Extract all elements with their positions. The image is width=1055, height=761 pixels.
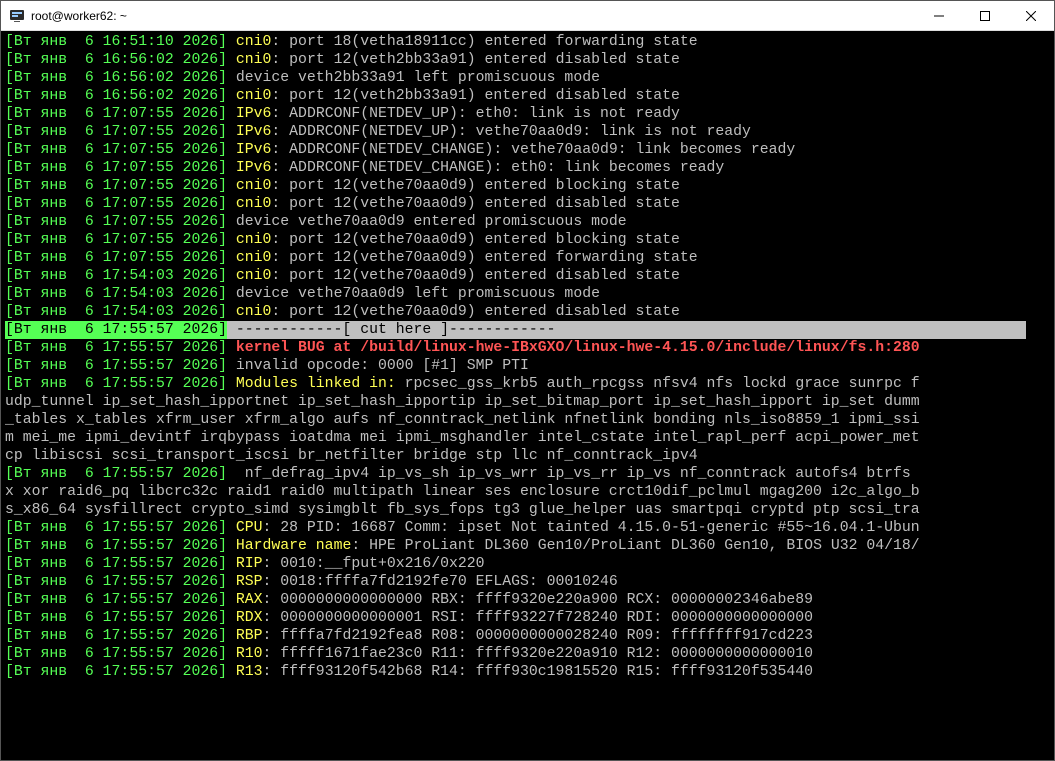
log-line: [Вт янв 6 17:55:57 2026] R10: fffff1671f…: [5, 645, 1050, 663]
maximize-button[interactable]: [962, 1, 1008, 30]
log-line: [Вт янв 6 17:07:55 2026] cni0: port 12(v…: [5, 231, 1050, 249]
log-line: [Вт янв 6 17:55:57 2026] RAX: 0000000000…: [5, 591, 1050, 609]
log-line: _tables x_tables xfrm_user xfrm_algo auf…: [5, 411, 1050, 429]
log-line: [Вт янв 6 17:07:55 2026] cni0: port 12(v…: [5, 177, 1050, 195]
log-line: [Вт янв 6 16:56:02 2026] device veth2bb3…: [5, 69, 1050, 87]
log-line: m mei_me ipmi_devintf irqbypass ioatdma …: [5, 429, 1050, 447]
log-line: [Вт янв 6 17:07:55 2026] IPv6: ADDRCONF(…: [5, 123, 1050, 141]
log-line: [Вт янв 6 16:51:10 2026] cni0: port 18(v…: [5, 33, 1050, 51]
log-line: [Вт янв 6 17:07:55 2026] cni0: port 12(v…: [5, 195, 1050, 213]
app-icon: [9, 8, 25, 24]
log-line: [Вт янв 6 17:55:57 2026] R13: ffff93120f…: [5, 663, 1050, 681]
log-line: [Вт янв 6 17:54:03 2026] cni0: port 12(v…: [5, 267, 1050, 285]
log-line: [Вт янв 6 17:55:57 2026] RIP: 0010:__fpu…: [5, 555, 1050, 573]
log-line: [Вт янв 6 17:07:55 2026] IPv6: ADDRCONF(…: [5, 141, 1050, 159]
log-line: [Вт янв 6 17:55:57 2026] CPU: 28 PID: 16…: [5, 519, 1050, 537]
log-line: [Вт янв 6 17:55:57 2026] Modules linked …: [5, 375, 1050, 393]
log-line: [Вт янв 6 17:07:55 2026] cni0: port 12(v…: [5, 249, 1050, 267]
log-line: [Вт янв 6 17:54:03 2026] cni0: port 12(v…: [5, 303, 1050, 321]
log-line: [Вт янв 6 17:55:57 2026] RDX: 0000000000…: [5, 609, 1050, 627]
window-controls: [916, 1, 1054, 30]
titlebar[interactable]: root@worker62: ~: [1, 1, 1054, 31]
log-line: [Вт янв 6 17:07:55 2026] IPv6: ADDRCONF(…: [5, 159, 1050, 177]
log-line: [Вт янв 6 17:55:57 2026] nf_defrag_ipv4 …: [5, 465, 1050, 483]
log-line: [Вт янв 6 17:55:57 2026] RSP: 0018:ffffa…: [5, 573, 1050, 591]
log-line: [Вт янв 6 17:55:57 2026] RBP: ffffa7fd21…: [5, 627, 1050, 645]
log-line: [Вт янв 6 17:55:57 2026] invalid opcode:…: [5, 357, 1050, 375]
log-line: s_x86_64 sysfillrect crypto_simd sysimgb…: [5, 501, 1050, 519]
log-line: udp_tunnel ip_set_hash_ipportnet ip_set_…: [5, 393, 1050, 411]
app-window: root@worker62: ~ [Вт янв 6 16:51:10 2026…: [0, 0, 1055, 761]
log-line: [Вт янв 6 17:55:57 2026] kernel BUG at /…: [5, 339, 1050, 357]
window-title: root@worker62: ~: [31, 9, 916, 23]
log-line: [Вт янв 6 16:56:02 2026] cni0: port 12(v…: [5, 87, 1050, 105]
log-line: x xor raid6_pq libcrc32c raid1 raid0 mul…: [5, 483, 1050, 501]
log-line: cp libiscsi scsi_transport_iscsi br_netf…: [5, 447, 1050, 465]
minimize-button[interactable]: [916, 1, 962, 30]
log-line: [Вт янв 6 16:56:02 2026] cni0: port 12(v…: [5, 51, 1050, 69]
log-line: [Вт янв 6 17:54:03 2026] device vethe70a…: [5, 285, 1050, 303]
log-line: [Вт янв 6 17:07:55 2026] device vethe70a…: [5, 213, 1050, 231]
log-line: [Вт янв 6 17:55:57 2026] ------------[ c…: [5, 321, 1050, 339]
log-line: [Вт янв 6 17:07:55 2026] IPv6: ADDRCONF(…: [5, 105, 1050, 123]
close-button[interactable]: [1008, 1, 1054, 30]
log-line: [Вт янв 6 17:55:57 2026] Hardware name: …: [5, 537, 1050, 555]
terminal-output[interactable]: [Вт янв 6 16:51:10 2026] cni0: port 18(v…: [1, 31, 1054, 760]
